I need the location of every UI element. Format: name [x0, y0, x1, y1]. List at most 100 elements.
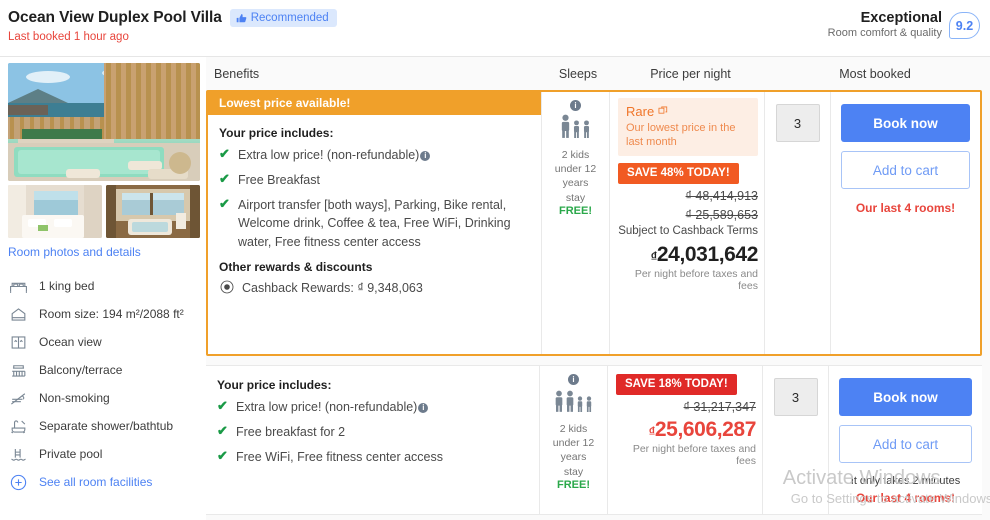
- check-icon: ✔: [219, 171, 230, 187]
- final-price: ₫25,606,287: [616, 418, 757, 442]
- quantity-select[interactable]: 3: [775, 104, 820, 142]
- cashback-row: Cashback Rewards: ₫ 9,348,063: [219, 279, 531, 298]
- room-photos-link[interactable]: Room photos and details: [8, 245, 200, 259]
- add-to-cart-button[interactable]: Add to cart: [839, 425, 972, 463]
- sleeps-text: 2 kids under 12 years stay: [552, 423, 595, 478]
- sleeps-free-label: FREE!: [559, 204, 592, 217]
- action-cell: Book now Add to cart Our last 4 rooms!: [831, 92, 980, 354]
- room-size-icon: [8, 304, 29, 325]
- child-figure-icon: [585, 396, 593, 417]
- cashback-icon: [219, 279, 235, 298]
- room-main-photo[interactable]: [8, 63, 200, 181]
- benefit-item: ✔ Free WiFi, Free fitness center access: [217, 448, 529, 466]
- facility-label: Ocean view: [39, 335, 102, 349]
- room-header-left: Ocean View Duplex Pool Villa Recommended…: [8, 9, 337, 43]
- quantity-cell: 3: [763, 366, 829, 514]
- benefits-cell: Your price includes: ✔ Extra low price! …: [206, 366, 540, 514]
- adult-figure-icon: [554, 390, 564, 417]
- facility-label: See all room facilities: [39, 475, 153, 489]
- room-thumbnail-bathroom[interactable]: [106, 185, 200, 238]
- sleeps-cell: i 2 kids under 12 years stay FREE!: [542, 92, 610, 354]
- info-icon[interactable]: i: [570, 100, 581, 111]
- benefit-item: ✔ Extra low price! (non-refundable) i: [217, 398, 529, 416]
- facility-item-balcony: Balcony/terrace: [8, 356, 200, 384]
- per-night-note: Per night before taxes and fees: [634, 268, 758, 293]
- benefit-item: ✔ Free breakfast for 2: [217, 423, 529, 441]
- facility-label: Balcony/terrace: [39, 363, 123, 377]
- price-amount: 25,606,287: [654, 418, 757, 441]
- benefits-heading: Your price includes:: [217, 378, 332, 392]
- child-figure-icon: [576, 396, 584, 417]
- benefit-label: Free WiFi, Free fitness center access: [236, 450, 444, 465]
- cashback-terms-text: Subject to Cashback Terms: [618, 225, 758, 238]
- quantity-cell: 3: [765, 92, 831, 354]
- benefit-item: ✔ Extra low price! (non-refundable) i: [219, 146, 531, 164]
- facility-label: Room size: 194 m²/2088 ft²: [39, 307, 184, 321]
- benefit-label: Extra low price! (non-refundable): [236, 400, 418, 414]
- column-header-most-booked: Most booked: [839, 66, 911, 81]
- rare-callout: Rare Our lowest price in the last month: [618, 98, 758, 157]
- benefit-label: Extra low price! (non-refundable): [238, 148, 420, 162]
- room-thumbnail-bedroom[interactable]: [8, 185, 102, 238]
- occupancy-figures: [560, 114, 591, 143]
- check-icon: ✔: [219, 146, 230, 161]
- check-icon: ✔: [219, 196, 230, 212]
- facility-item-ocean-view: Ocean view: [8, 328, 200, 356]
- sleeps-cell: i 2 kids under 12 years stay FREE!: [540, 366, 608, 514]
- rating-text: Exceptional Room comfort & quality: [828, 8, 942, 39]
- lowest-price-banner: Lowest price available!: [208, 92, 541, 115]
- quantity-select[interactable]: 3: [773, 378, 818, 416]
- benefits-heading: Your price includes:: [219, 126, 334, 140]
- rare-subtitle: Our lowest price in the last month: [626, 122, 736, 149]
- sleeps-free-label: FREE!: [557, 478, 590, 491]
- check-icon: ✔: [217, 398, 228, 413]
- benefit-item: ✔ Airport transfer [both ways], Parking,…: [219, 196, 531, 250]
- room-photo-thumbnails: [8, 185, 200, 238]
- recommended-label: Recommended: [250, 12, 329, 24]
- cashback-label: Cashback Rewards: ₫ 9,348,063: [242, 281, 423, 296]
- add-to-cart-button[interactable]: Add to cart: [841, 151, 970, 189]
- see-all-facilities-link[interactable]: See all room facilities: [8, 468, 200, 496]
- rate-table-header: Benefits Sleeps Price per night Most boo…: [206, 57, 982, 90]
- benefit-item: ✔ Free Breakfast: [219, 171, 531, 189]
- facility-item-private-pool: Private pool: [8, 440, 200, 468]
- non-smoking-icon: [8, 388, 29, 409]
- facility-label: Separate shower/bathtub: [39, 419, 174, 433]
- last-rooms-text: Our last 4 rooms!: [855, 201, 956, 215]
- rare-label: Rare: [626, 104, 655, 119]
- action-cell: Book now Add to cart It only takes 2 min…: [829, 366, 982, 514]
- child-figure-icon: [582, 120, 591, 143]
- strikethrough-price-2: ₫ 25,589,653: [685, 208, 758, 223]
- rating-block: Exceptional Room comfort & quality 9.2: [828, 8, 980, 39]
- thumbs-up-icon: [236, 13, 247, 24]
- recommended-badge: Recommended: [229, 9, 337, 27]
- rare-title-row: Rare: [626, 104, 751, 119]
- child-figure-icon: [572, 120, 581, 143]
- window-view-icon: [8, 332, 29, 353]
- book-now-button[interactable]: Book now: [839, 378, 972, 416]
- balcony-icon: [8, 360, 29, 381]
- strikethrough-price-1: ₫ 31,217,347: [683, 400, 756, 414]
- rate-table: Benefits Sleeps Price per night Most boo…: [206, 57, 990, 520]
- adult-figure-icon: [565, 390, 575, 417]
- rating-subtitle: Room comfort & quality: [827, 27, 942, 39]
- facility-item-non-smoking: Non-smoking: [8, 384, 200, 412]
- check-icon: ✔: [217, 448, 228, 464]
- strikethrough-price-1: ₫ 48,414,913: [685, 189, 758, 204]
- info-icon[interactable]: i: [568, 374, 579, 385]
- info-icon[interactable]: i: [418, 403, 429, 413]
- check-icon: ✔: [217, 423, 228, 439]
- benefit-label: Free Breakfast: [238, 173, 320, 188]
- save-badge: SAVE 18% TODAY!: [616, 374, 737, 395]
- price-cell: SAVE 18% TODAY! ₫ 31,217,347 ₫25,606,287…: [608, 366, 763, 514]
- book-now-button[interactable]: Book now: [841, 104, 970, 142]
- price-amount: 24,031,642: [656, 243, 759, 267]
- last-rooms-text: Our last 4 rooms!: [855, 491, 956, 505]
- info-icon[interactable]: i: [420, 151, 431, 161]
- occupancy-figures: [554, 390, 593, 417]
- table-row: Lowest price available! Your price inclu…: [206, 90, 982, 356]
- benefit-label: Free breakfast for 2: [236, 425, 346, 440]
- facility-item-room-size: Room size: 194 m²/2088 ft²: [8, 300, 200, 328]
- column-header-benefits: Benefits: [214, 66, 260, 81]
- facility-item-bed: 1 king bed: [8, 272, 200, 300]
